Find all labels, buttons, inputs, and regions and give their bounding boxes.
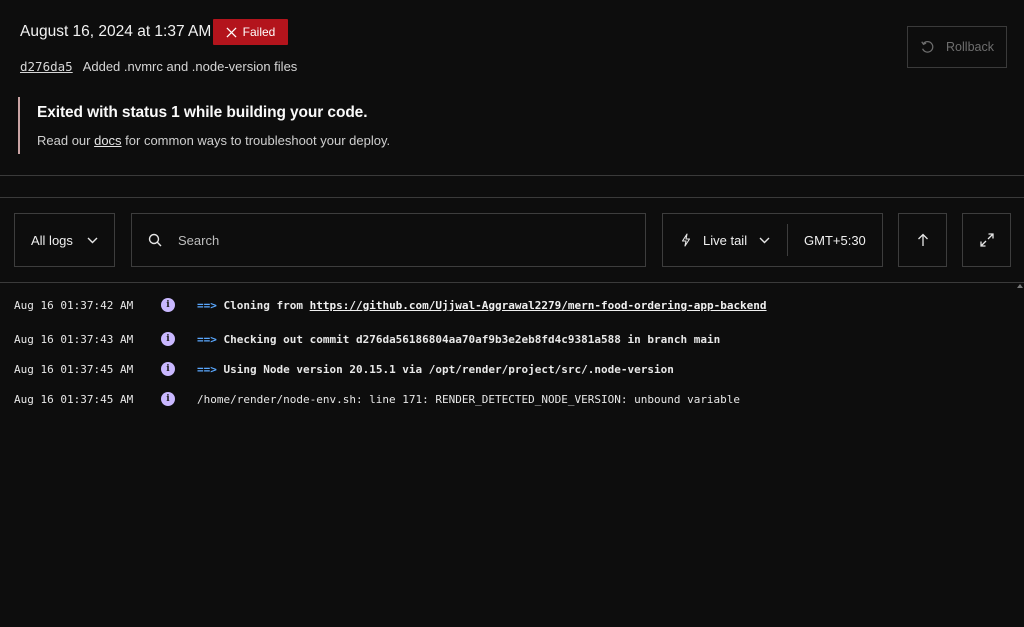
info-icon: i	[161, 332, 175, 346]
log-timestamp: Aug 16 01:37:43 AM	[14, 332, 134, 346]
timezone-selector[interactable]: GMT+5:30	[788, 233, 866, 248]
commit-row: d276da5 Added .nvmrc and .node-version f…	[20, 59, 297, 74]
chevron-down-icon	[759, 237, 770, 243]
status-label: Failed	[242, 25, 276, 39]
log-arrow: ==>	[197, 298, 217, 312]
log-arrow: ==>	[197, 332, 217, 346]
fullscreen-button[interactable]	[962, 213, 1011, 267]
scrollbar-up-arrow[interactable]	[1017, 284, 1023, 288]
status-badge: Failed	[213, 19, 288, 45]
logs-filter-label: All logs	[31, 232, 73, 248]
log-message: ==> Checking out commit d276da56186804aa…	[197, 333, 720, 346]
log-timestamp: Aug 16 01:37:42 AM	[14, 298, 134, 312]
log-message: ==> Cloning from https://github.com/Ujjw…	[197, 299, 767, 312]
log-line: Aug 16 01:37:42 AM i ==> Cloning from ht…	[0, 295, 1024, 315]
repo-link[interactable]: https://github.com/Ujjwal-Aggrawal2279/m…	[310, 299, 767, 312]
log-line: Aug 16 01:37:45 AM i /home/render/node-e…	[0, 389, 1024, 409]
log-timestamp: Aug 16 01:37:45 AM	[14, 362, 134, 376]
logs-filter-dropdown[interactable]: All logs	[14, 213, 115, 267]
lightning-icon	[681, 233, 691, 247]
log-text: Using Node version 20.15.1 via /opt/rend…	[223, 362, 674, 376]
info-icon: i	[161, 392, 175, 406]
live-tail-dropdown[interactable]: Live tail	[663, 224, 788, 256]
info-icon: i	[161, 362, 175, 376]
close-icon	[226, 26, 237, 38]
log-toolbar: All logs Live tail GMT+5:30	[0, 213, 1024, 267]
log-message: /home/render/node-env.sh: line 171: REND…	[197, 392, 741, 406]
commit-message: Added .nvmrc and .node-version files	[82, 59, 298, 74]
search-box[interactable]	[131, 213, 646, 267]
docs-link[interactable]: docs	[94, 133, 121, 148]
deploy-date: August 16, 2024 at 1:37 AM	[20, 23, 212, 40]
log-line: Aug 16 01:37:45 AM i ==> Using Node vers…	[0, 359, 1024, 379]
error-suffix: for common ways to troubleshoot your dep…	[121, 133, 391, 148]
log-text: Checking out commit d276da56186804aa70af…	[223, 332, 721, 346]
error-prefix: Read our	[37, 133, 95, 148]
divider	[0, 197, 1024, 198]
live-tail-label: Live tail	[703, 232, 748, 248]
error-title: Exited with status 1 while building your…	[37, 104, 368, 121]
log-text: Cloning from	[223, 298, 310, 312]
log-timestamp: Aug 16 01:37:45 AM	[14, 392, 134, 406]
expand-icon	[979, 233, 994, 247]
log-arrow: ==>	[197, 362, 217, 376]
divider	[0, 175, 1024, 176]
chevron-down-icon	[87, 237, 98, 243]
scroll-to-top-button[interactable]	[898, 213, 947, 267]
log-line: Aug 16 01:37:43 AM i ==> Checking out co…	[0, 329, 1024, 349]
deploy-header: August 16, 2024 at 1:37 AM Failed d276da…	[0, 0, 1024, 176]
rollback-button[interactable]: Rollback	[907, 26, 1007, 68]
divider	[0, 282, 1024, 283]
log-message: ==> Using Node version 20.15.1 via /opt/…	[197, 363, 674, 376]
arrow-up-icon	[917, 233, 928, 246]
search-icon	[148, 233, 162, 247]
rollback-icon	[921, 41, 934, 53]
search-input[interactable]	[178, 232, 598, 248]
error-description: Read our docs for common ways to trouble…	[37, 133, 618, 148]
commit-hash-link[interactable]: d276da5	[20, 59, 73, 74]
info-icon: i	[161, 298, 175, 312]
error-callout: Exited with status 1 while building your…	[18, 97, 618, 154]
rollback-label: Rollback	[946, 40, 994, 54]
live-tail-control: Live tail GMT+5:30	[662, 213, 883, 267]
